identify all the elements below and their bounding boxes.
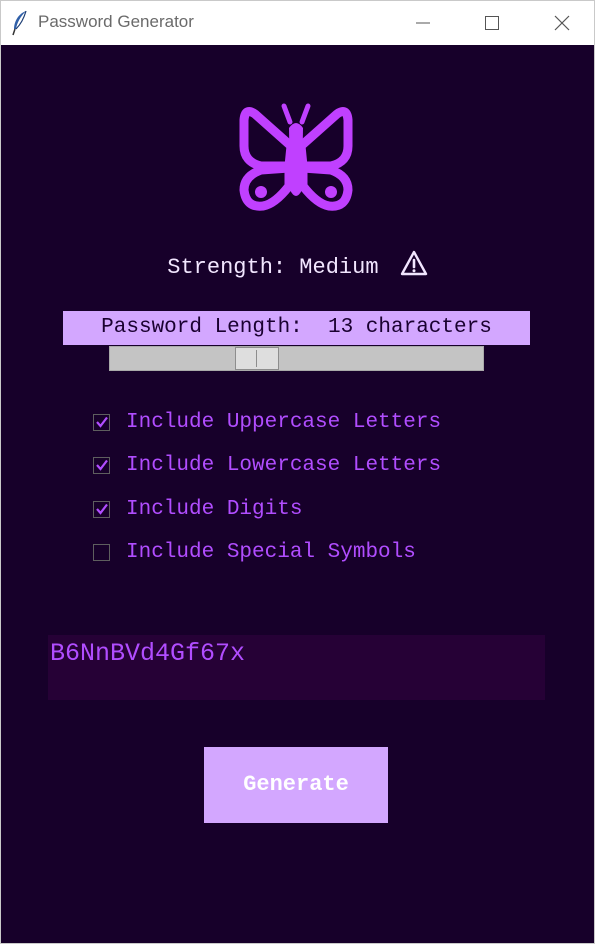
password-length-label: Password Length: 13 characters [63,311,530,345]
strength-label: Strength: Medium [167,255,379,280]
butterfly-icon [239,102,353,214]
minimize-button[interactable] [393,1,453,45]
warning-icon [400,250,428,284]
length-slider[interactable] [109,346,484,371]
checkmark-icon [96,416,108,428]
digits-label: Include Digits [126,498,303,521]
app-window: Password Generator Strength: Medium Pass… [0,0,595,944]
uppercase-label: Include Uppercase Letters [126,411,442,434]
close-icon [554,15,570,31]
slider-thumb[interactable] [235,347,279,370]
window-title: Password Generator [38,12,194,31]
maximize-button[interactable] [462,1,522,45]
generated-password: B6NnBVd4Gf67x [50,639,246,668]
lowercase-checkbox[interactable] [93,457,110,474]
uppercase-checkbox[interactable] [93,414,110,431]
minimize-icon [416,22,430,24]
symbols-checkbox[interactable] [93,544,110,561]
generate-button[interactable]: Generate [204,747,388,823]
close-button[interactable] [532,1,592,45]
digits-checkbox[interactable] [93,501,110,518]
checkmark-icon [96,459,108,471]
symbols-label: Include Special Symbols [126,541,416,564]
title-bar: Password Generator [1,1,594,45]
strength-indicator: Strength: Medium [1,250,594,284]
lowercase-label: Include Lowercase Letters [126,454,442,477]
maximize-icon [485,16,499,30]
checkmark-icon [96,503,108,515]
feather-icon [11,10,29,36]
password-output[interactable]: B6NnBVd4Gf67x [48,635,545,700]
